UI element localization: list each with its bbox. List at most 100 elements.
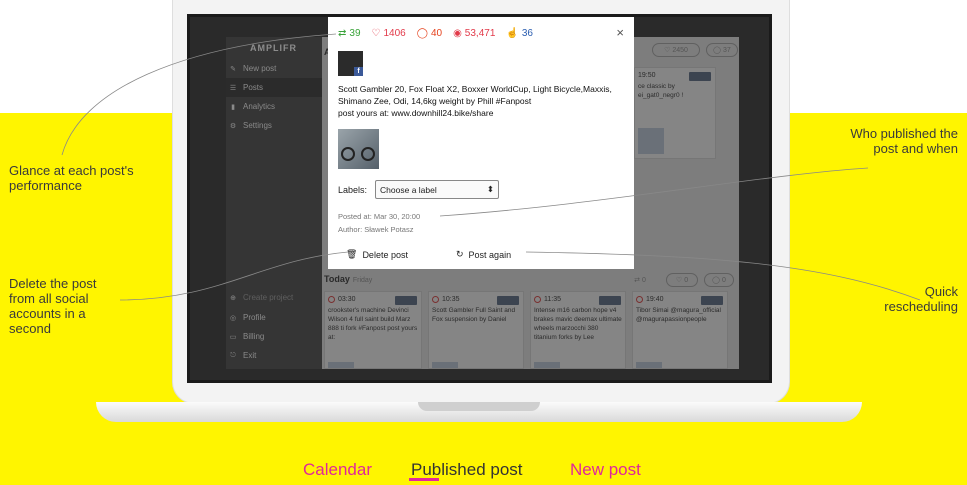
clock-icon [328, 296, 335, 303]
user-icon: ◎ [229, 314, 237, 322]
repost-icon: ⇄ [634, 277, 640, 284]
annotation-delete: Delete the post from all social accounts… [9, 276, 97, 336]
pointer-icon: ☝ [506, 28, 519, 39]
facebook-icon: f [354, 67, 363, 76]
bike-wheel-shape [341, 147, 355, 161]
sidebar-item-label: Exit [243, 351, 257, 360]
post-card[interactable]: 10:35 Scott Gambler Full Saint and Fox s… [428, 291, 524, 369]
annotation-glance: Glance at each post's performance [9, 163, 134, 193]
today-weekday: Friday [352, 277, 373, 284]
annotation-quick: Quick rescheduling [884, 284, 958, 314]
comments-stat: ◯ 40 [416, 28, 443, 39]
tab-published-post[interactable]: Published post [411, 460, 523, 480]
comment-icon: ◯ [713, 47, 722, 54]
active-tab-underline [409, 478, 439, 481]
heart-icon: ♡ [664, 47, 671, 54]
published-post-modal: ⇄ 39 ♡ 1406 ◯ 40 ◉ 53,471 ☝ 36 × f Scott… [328, 17, 634, 269]
list-icon: ☰ [229, 84, 237, 92]
comments-stat: ◯ 37 [706, 43, 738, 57]
post-time: 19:50 [638, 72, 656, 79]
post-image[interactable] [338, 129, 379, 169]
sidebar-item-label: Analytics [243, 102, 276, 111]
sidebar-item-new-post[interactable]: ✎ New post [226, 59, 322, 78]
sidebar-item-exit[interactable]: ⎋ Exit [226, 346, 322, 365]
reposts-stat: ⇄ 39 [338, 28, 361, 39]
annotation-who: Who published the post and when [850, 126, 958, 156]
post-card[interactable]: 19:40 Tibor Simai @magura_official @magu… [632, 291, 728, 369]
social-accounts-icon [689, 72, 711, 81]
likes-stat: ♡ 1406 [371, 28, 406, 39]
post-excerpt: ce classic by ei_gat0_negr0 ! [638, 83, 684, 99]
post-again-button[interactable]: ↻ Post again [456, 249, 511, 260]
tab-calendar[interactable]: Calendar [303, 460, 372, 480]
sidebar-item-settings[interactable]: ⚙ Settings [226, 116, 322, 135]
heart-icon: ♡ [371, 28, 381, 39]
label-select[interactable]: Choose a label ⬍ [375, 180, 500, 199]
post-time: 19:40 [646, 296, 664, 303]
post-text-body: Scott Gambler 20, Fox Float X2, Boxxer W… [338, 84, 612, 106]
laptop-notch [418, 402, 540, 411]
sidebar-item-label: Profile [243, 313, 266, 322]
today-reposts-stat: ⇄ 0 [634, 276, 646, 285]
delete-post-button[interactable]: 🗑 Delete post [346, 249, 408, 260]
clock-icon [636, 296, 643, 303]
post-thumbnail [638, 128, 664, 154]
post-stats: ⇄ 39 ♡ 1406 ◯ 40 ◉ 53,471 ☝ 36 [338, 28, 533, 39]
post-time: 10:35 [442, 296, 460, 303]
card-icon: ▭ [229, 333, 237, 341]
post-card[interactable]: 03:30 crookster's machine Devinci Wilson… [324, 291, 422, 369]
social-accounts-icon [599, 296, 621, 305]
social-accounts-icon [395, 296, 417, 305]
sidebar-item-profile[interactable]: ◎ Profile [226, 308, 322, 327]
sidebar-item-label: Billing [243, 332, 265, 341]
trash-icon: 🗑 [346, 249, 358, 259]
post-thumbnail [534, 362, 560, 368]
bike-wheel-shape [361, 147, 375, 161]
labels-label: Labels: [338, 184, 368, 195]
sidebar-item-label: Settings [243, 121, 272, 130]
laptop-screen: AMPLIFR ✎ New post ☰ Posts ▮ Analytics ⚙… [187, 14, 772, 383]
post-card-preview[interactable]: 19:50 ce classic by ei_gat0_negr0 ! [634, 67, 716, 159]
posted-at: Posted at: Mar 30, 20:00 [338, 212, 421, 221]
tab-new-post[interactable]: New post [570, 460, 641, 480]
post-text-link: post yours at: www.downhill24.bike/share [338, 108, 494, 118]
refresh-icon: ↻ [456, 249, 464, 259]
post-thumbnail [636, 362, 662, 368]
views-stat: ◉ 53,471 [453, 28, 496, 39]
gear-icon: ⚙ [229, 122, 237, 130]
comment-icon: ◯ [416, 28, 428, 39]
post-card[interactable]: 11:35 Intense m16 carbon hope v4 brakes … [530, 291, 626, 369]
plus-icon: ⊕ [230, 294, 236, 302]
account-avatar: f [338, 51, 363, 76]
repost-icon: ⇄ [338, 28, 347, 39]
sidebar-item-analytics[interactable]: ▮ Analytics [226, 97, 322, 116]
sidebar: AMPLIFR ✎ New post ☰ Posts ▮ Analytics ⚙… [226, 37, 322, 369]
post-thumbnail [432, 362, 458, 368]
clock-icon [432, 296, 439, 303]
sidebar-item-posts[interactable]: ☰ Posts [226, 78, 322, 97]
post-thumbnail [328, 362, 354, 368]
clicks-stat: ☝ 36 [506, 28, 533, 39]
labels-row: Labels: Choose a label ⬍ [338, 180, 500, 199]
eye-icon: ◉ [453, 28, 462, 39]
sidebar-item-create-project[interactable]: ⊕ Create project [226, 288, 322, 307]
bottom-tabs: Calendar Published post New post [0, 460, 967, 482]
clock-icon [534, 296, 541, 303]
sidebar-item-billing[interactable]: ▭ Billing [226, 327, 322, 346]
post-excerpt: Intense m16 carbon hope v4 brakes mavic … [534, 307, 622, 341]
sidebar-item-label: Create project [243, 293, 294, 302]
sidebar-item-label: Posts [243, 83, 264, 92]
post-author: Author: Sławek Potasz [338, 225, 414, 234]
pencil-icon: ✎ [230, 65, 236, 73]
social-accounts-icon [497, 296, 519, 305]
today-likes-stat: ♡ 0 [666, 273, 698, 287]
close-icon[interactable]: × [616, 25, 624, 40]
bar-chart-icon: ▮ [231, 103, 235, 111]
today-comments-stat: ◯ 0 [704, 273, 734, 287]
comment-icon: ◯ [712, 277, 720, 284]
post-excerpt: crookster's machine Devinci Wilson 4 ful… [328, 307, 418, 341]
social-accounts-icon [701, 296, 723, 305]
today-header: Today Friday [324, 274, 373, 284]
post-excerpt: Tibor Simai @magura_official @magurapass… [636, 307, 721, 323]
select-arrows-icon: ⬍ [486, 184, 495, 194]
